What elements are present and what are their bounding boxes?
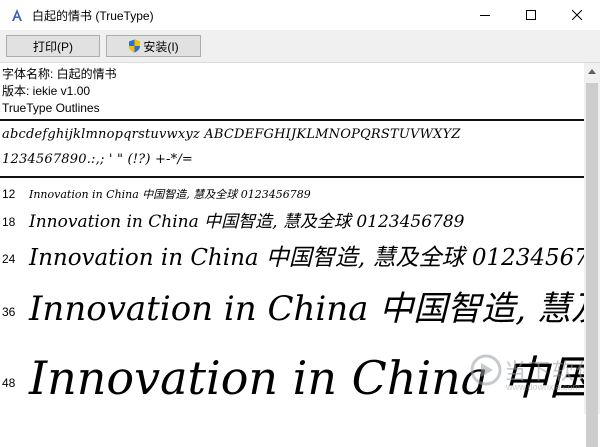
font-app-icon bbox=[12, 9, 22, 21]
sample-text: Innovation in China 中国智造, 慧及全球 012345678… bbox=[29, 188, 311, 201]
print-button[interactable]: 打印(P) bbox=[6, 35, 100, 57]
charset-symbols: 1234567890.:,; ' " (!?) +-*/= bbox=[2, 152, 194, 167]
sample-size-label: 18 bbox=[2, 215, 16, 229]
font-version-line: 版本: iekie v1.00 bbox=[2, 84, 91, 98]
watermark-logo-icon bbox=[470, 354, 502, 386]
scroll-thumb[interactable] bbox=[586, 83, 598, 447]
toolbar: 打印(P) 安装(I) bbox=[0, 30, 600, 63]
watermark-url: www.downxia.com bbox=[506, 382, 581, 392]
close-icon bbox=[572, 10, 582, 20]
minimize-icon bbox=[480, 15, 490, 16]
close-button[interactable] bbox=[554, 0, 600, 30]
chevron-up-icon bbox=[588, 69, 596, 74]
font-name-line: 字体名称: 白起的情书 bbox=[2, 67, 117, 81]
minimize-button[interactable] bbox=[462, 0, 508, 30]
sample-row-36: 36 Innovation in China 中国智造, 慧及全球 012345… bbox=[0, 277, 584, 339]
sample-size-label: 48 bbox=[2, 376, 16, 390]
charset-letters: abcdefghijklmnopqrstuvwxyz ABCDEFGHIJKLM… bbox=[2, 127, 461, 142]
sample-row-18: 18 Innovation in China 中国智造, 慧及全球 012345… bbox=[0, 205, 584, 235]
sample-text: Innovation in China 中国智造, 慧及全球 012345678… bbox=[29, 289, 584, 329]
install-button-label: 安装(I) bbox=[143, 39, 179, 54]
divider-bottom bbox=[0, 176, 584, 178]
font-outline-line: TrueType Outlines bbox=[2, 101, 100, 115]
divider-top bbox=[0, 119, 584, 121]
watermark: 当下软件园 www.downxia.com bbox=[470, 350, 600, 400]
window-title: 白起的情书 (TrueType) bbox=[32, 9, 154, 23]
title-bar: 白起的情书 (TrueType) bbox=[0, 0, 600, 30]
sample-row-12: 12 Innovation in China 中国智造, 慧及全球 012345… bbox=[0, 183, 584, 203]
maximize-button[interactable] bbox=[508, 0, 554, 30]
maximize-icon bbox=[526, 10, 536, 20]
sample-size-label: 24 bbox=[2, 252, 16, 266]
sample-row-24: 24 Innovation in China 中国智造, 慧及全球 012345… bbox=[0, 236, 584, 276]
scroll-up-button[interactable] bbox=[584, 63, 600, 80]
sample-size-label: 36 bbox=[2, 305, 16, 319]
print-button-label: 打印(P) bbox=[33, 39, 73, 54]
vertical-scrollbar[interactable] bbox=[584, 63, 600, 447]
font-info: 字体名称: 白起的情书 版本: iekie v1.00 TrueType Out… bbox=[0, 66, 117, 117]
sample-text: Innovation in China 中国智造, 慧及全球 012345678… bbox=[29, 212, 465, 232]
install-button[interactable]: 安装(I) bbox=[106, 35, 201, 57]
sample-size-label: 12 bbox=[2, 187, 16, 201]
uac-shield-icon bbox=[129, 39, 141, 53]
sample-text: Innovation in China 中国智造, 慧及全球 012345678… bbox=[29, 245, 584, 271]
